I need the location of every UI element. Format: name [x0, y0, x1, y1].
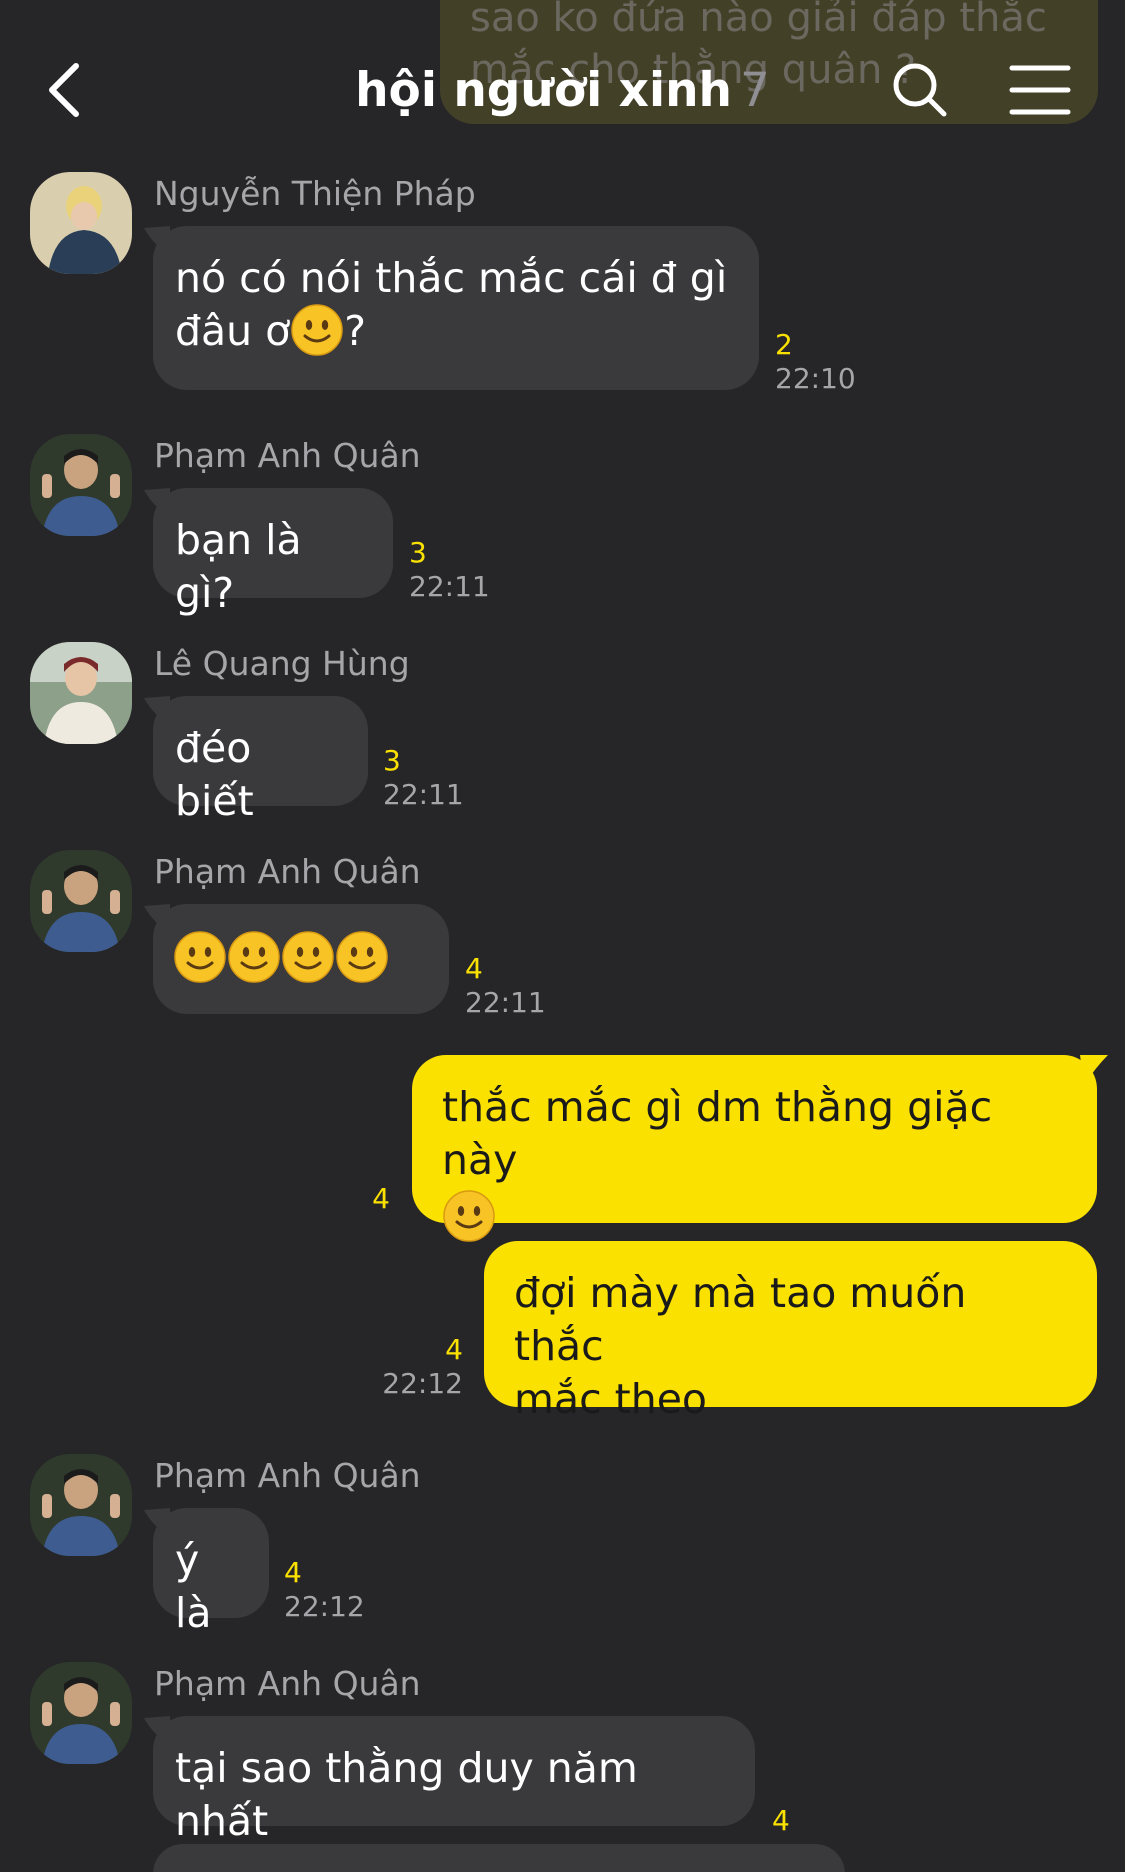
chat-title[interactable]: hội người xinh 7	[0, 62, 1125, 120]
message-bubble[interactable]: đéo biết	[153, 696, 368, 825]
slightly-smiling-emoji-icon	[442, 1189, 496, 1243]
message-bubble-partial[interactable]	[153, 1844, 845, 1872]
message-meta: 4 22:12	[284, 1556, 365, 1624]
slightly-smiling-emoji-icon	[290, 303, 344, 357]
message-meta: 4 22:11	[465, 952, 546, 1020]
message-meta: 2 22:10	[775, 328, 856, 396]
sender-name: Phạm Anh Quân	[154, 1664, 421, 1703]
timestamp: 22:11	[465, 986, 546, 1019]
slightly-smiling-emoji-icon	[335, 930, 389, 984]
avatar[interactable]	[30, 434, 132, 536]
unread-count: 3	[383, 744, 401, 777]
unread-count: 4	[772, 1804, 790, 1837]
unread-count: 3	[409, 536, 427, 569]
unread-count: 4	[445, 1333, 463, 1366]
search-icon[interactable]	[890, 60, 950, 120]
message-text: đéo biết	[175, 724, 254, 825]
sender-name: Phạm Anh Quân	[154, 852, 421, 891]
message-bubble[interactable]	[153, 904, 449, 1014]
sender-name: Phạm Anh Quân	[154, 436, 421, 475]
slightly-smiling-emoji-icon	[281, 930, 335, 984]
timestamp: 22:12	[284, 1590, 365, 1623]
message-bubble[interactable]: ý là	[153, 1508, 269, 1637]
unread-count: 2	[775, 328, 793, 361]
message-bubble[interactable]: tại sao thằng duy năm nhất	[153, 1716, 755, 1845]
chat-title-text: hội người xinh	[355, 63, 732, 118]
message-text: thắc mắc gì dm thằng giặc này	[442, 1083, 993, 1184]
message-text: bạn là gì?	[175, 516, 302, 617]
chat-header: hội người xinh 7	[0, 40, 1125, 140]
message-meta: 4	[360, 1182, 390, 1216]
message-meta: 3 22:11	[383, 744, 464, 812]
message-text: ý là	[175, 1536, 212, 1637]
message-meta: 3 22:11	[409, 536, 490, 604]
message-meta: 4	[772, 1804, 790, 1838]
message-text-tail: ?	[344, 307, 367, 355]
avatar[interactable]	[30, 850, 132, 952]
timestamp: 22:11	[383, 778, 464, 811]
timestamp: 22:12	[382, 1367, 463, 1400]
avatar[interactable]	[30, 172, 132, 274]
unread-count: 4	[465, 952, 483, 985]
sender-name: Nguyễn Thiện Pháp	[154, 174, 476, 213]
message-text-line: nó có nói thắc mắc cái đ gì	[175, 254, 728, 302]
message-bubble[interactable]: thắc mắc gì dm thằng giặc này	[412, 1055, 1097, 1243]
menu-icon[interactable]	[1008, 62, 1072, 118]
message-bubble[interactable]: nó có nói thắc mắc cái đ gì đâu ơ?	[153, 226, 759, 390]
slightly-smiling-emoji-icon	[173, 930, 227, 984]
message-bubble[interactable]: đợi mày mà tao muốn thắc mắc theo	[484, 1241, 1097, 1423]
message-text-line: mắc theo	[514, 1375, 708, 1423]
message-meta: 4 22:12	[360, 1333, 463, 1401]
avatar[interactable]	[30, 1662, 132, 1764]
slightly-smiling-emoji-icon	[227, 930, 281, 984]
avatar[interactable]	[30, 642, 132, 744]
sender-name: Phạm Anh Quân	[154, 1456, 421, 1495]
member-count: 7	[740, 63, 770, 118]
message-text-line: đâu ơ	[175, 307, 291, 355]
timestamp: 22:10	[775, 362, 856, 395]
avatar[interactable]	[30, 1454, 132, 1556]
message-text-line: đợi mày mà tao muốn thắc	[514, 1269, 967, 1370]
timestamp: 22:11	[409, 570, 490, 603]
message-bubble[interactable]: bạn là gì?	[153, 488, 393, 617]
sender-name: Lê Quang Hùng	[154, 644, 410, 683]
unread-count: 4	[372, 1182, 390, 1215]
unread-count: 4	[284, 1556, 302, 1589]
message-text: tại sao thằng duy năm nhất	[175, 1744, 638, 1845]
